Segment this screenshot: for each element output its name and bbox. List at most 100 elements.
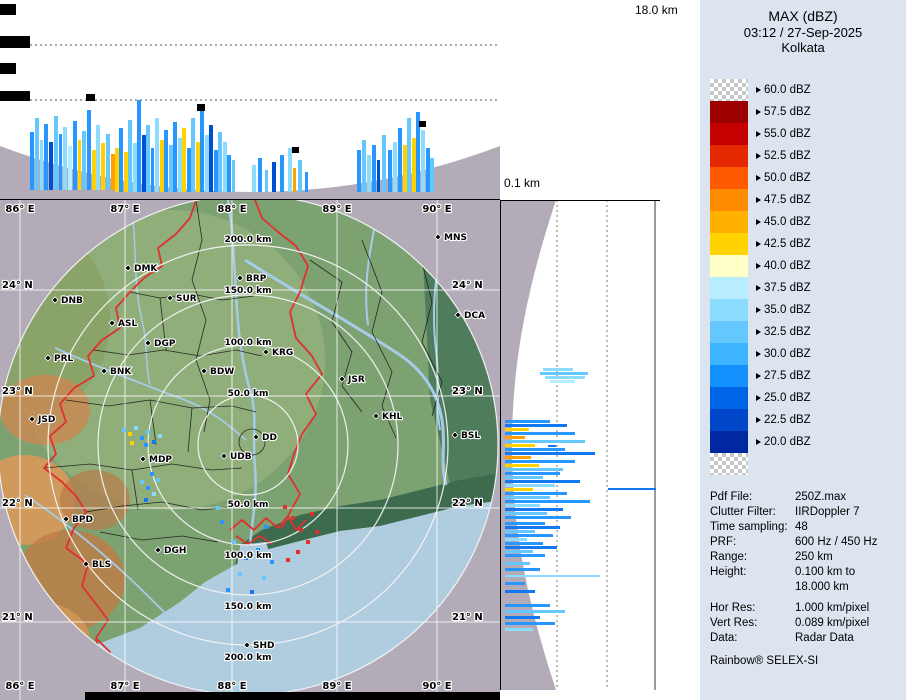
scale-tick-icon — [756, 219, 761, 225]
echo-pixel — [218, 132, 222, 192]
city-label: SUR — [176, 294, 197, 304]
info-key: Data: — [710, 632, 738, 644]
info-key: Pdf File: — [710, 491, 753, 503]
scale-row: 30.0 dBZ — [710, 343, 906, 365]
echo-pixel — [92, 150, 96, 190]
echo-pixel — [226, 588, 230, 592]
echo-pixel — [68, 146, 72, 190]
echo-pixel — [505, 538, 527, 541]
scale-row: 40.0 dBZ — [710, 255, 906, 277]
max-projection-ew-panel[interactable] — [0, 0, 500, 200]
info-key: PRF: — [710, 536, 737, 548]
echo-pixel — [134, 426, 138, 430]
echo-pixel — [505, 432, 575, 435]
echo-pixel — [115, 148, 119, 192]
radar-map-panel[interactable]: 86° E 86° E 87° E 87° E 88° E 88° E 89° E 89° E… — [0, 200, 500, 700]
scale-tick-icon — [756, 417, 761, 423]
echo-pixel — [398, 128, 402, 192]
max-projection-ns-panel[interactable] — [500, 200, 660, 690]
scale-label: 50.0 dBZ — [764, 172, 811, 184]
info-row: Vert Res: 0.089 km/pixel — [710, 616, 906, 631]
echo-pixel — [73, 121, 77, 190]
info-row: Time sampling: 48 — [710, 520, 906, 535]
echo-pixel — [377, 160, 380, 192]
scale-tick-icon — [756, 87, 761, 93]
echo-pixel — [286, 558, 290, 562]
echo-pixel — [178, 138, 182, 192]
echo-pixel — [182, 128, 186, 192]
info-value: 0.089 km/pixel — [795, 617, 870, 629]
echo-pixel — [87, 110, 91, 190]
lat-label: 21° N — [452, 612, 483, 623]
lon-label: 87° E — [110, 204, 139, 215]
info-value: Radar Data — [795, 632, 854, 644]
echo-pixel — [505, 568, 540, 571]
echo-pixel — [505, 492, 567, 495]
echo-pixel — [144, 443, 148, 447]
echo-pixel — [505, 610, 565, 613]
lon-label: 90° E — [422, 681, 451, 692]
scale-label: 35.0 dBZ — [764, 304, 811, 316]
echo-pixel — [223, 142, 227, 192]
scale-row: 35.0 dBZ — [710, 299, 906, 321]
scale-swatch — [710, 343, 748, 365]
info-key: Time sampling: — [710, 521, 788, 533]
info-row: Data: Radar Data — [710, 631, 906, 646]
scale-swatch — [710, 189, 748, 211]
echo-pixel — [155, 118, 159, 192]
map-canvas: 86° E 86° E 87° E 87° E 88° E 88° E 89° E 89° E… — [0, 200, 500, 700]
echo-pixel — [187, 148, 191, 192]
echo-pixel — [505, 484, 555, 487]
echo-pixel — [505, 616, 540, 619]
scale-tick-icon — [756, 109, 761, 115]
axis-label-block — [0, 91, 30, 101]
echo-pixel — [505, 440, 585, 443]
echo-pixel — [151, 148, 154, 192]
echo-pixel — [505, 456, 531, 459]
range-ring-label: 200.0 km — [225, 235, 272, 245]
echo-pixel — [128, 432, 132, 436]
echo-pixel — [505, 428, 529, 431]
scale-tick-icon — [756, 373, 761, 379]
echo-pixel — [505, 464, 539, 467]
info-value: 18.000 km — [795, 581, 849, 593]
info-row: Pdf File: 250Z.max — [710, 490, 906, 505]
city-label: BLS — [92, 560, 111, 570]
scale-row: 27.5 dBZ — [710, 365, 906, 387]
echo-pixel — [357, 150, 361, 192]
product-title: MAX (dBZ) — [768, 8, 838, 24]
scale-row: 60.0 dBZ — [710, 79, 906, 101]
echo-pixel — [59, 134, 62, 190]
scale-label: 22.5 dBZ — [764, 414, 811, 426]
info-key — [710, 580, 795, 595]
scale-label: 42.5 dBZ — [764, 238, 811, 250]
echo-pixel — [505, 504, 540, 507]
legend-header: MAX (dBZ) 03:12 / 27-Sep-2025 Kolkata — [710, 8, 896, 55]
echo-pixel — [196, 142, 200, 192]
echo-pixel — [63, 127, 67, 190]
city-label: BRP — [246, 274, 267, 284]
city-label: KHL — [382, 412, 403, 422]
echo-pixel — [545, 376, 585, 379]
echo-pixel — [173, 122, 177, 192]
radar-display-window: 18.0 km 0.1 km 86° E 86° E 87° E 87° E 8… — [0, 0, 906, 700]
echo-pixel — [299, 528, 303, 532]
scan-datetime: 03:12 / 27-Sep-2025 — [743, 25, 863, 40]
echo-pixel — [296, 550, 300, 554]
scale-label: 57.5 dBZ — [764, 106, 811, 118]
echo-pixel — [412, 138, 416, 192]
ns-echo-bars — [505, 368, 656, 631]
info-value: 48 — [795, 521, 808, 533]
scale-tick-icon — [756, 175, 761, 181]
echo-pixel — [505, 546, 557, 549]
echo-pixel — [49, 142, 53, 190]
echo-pixel — [407, 118, 411, 192]
range-ring-label: 50.0 km — [228, 500, 269, 510]
echo-pixel — [505, 542, 543, 545]
info-value: 250 km — [795, 551, 833, 563]
city-label: MDP — [149, 455, 172, 465]
echo-pixel — [548, 445, 556, 447]
echo-pixel — [258, 158, 262, 192]
echo-pixel — [505, 622, 555, 625]
echo-pixel — [262, 576, 266, 580]
